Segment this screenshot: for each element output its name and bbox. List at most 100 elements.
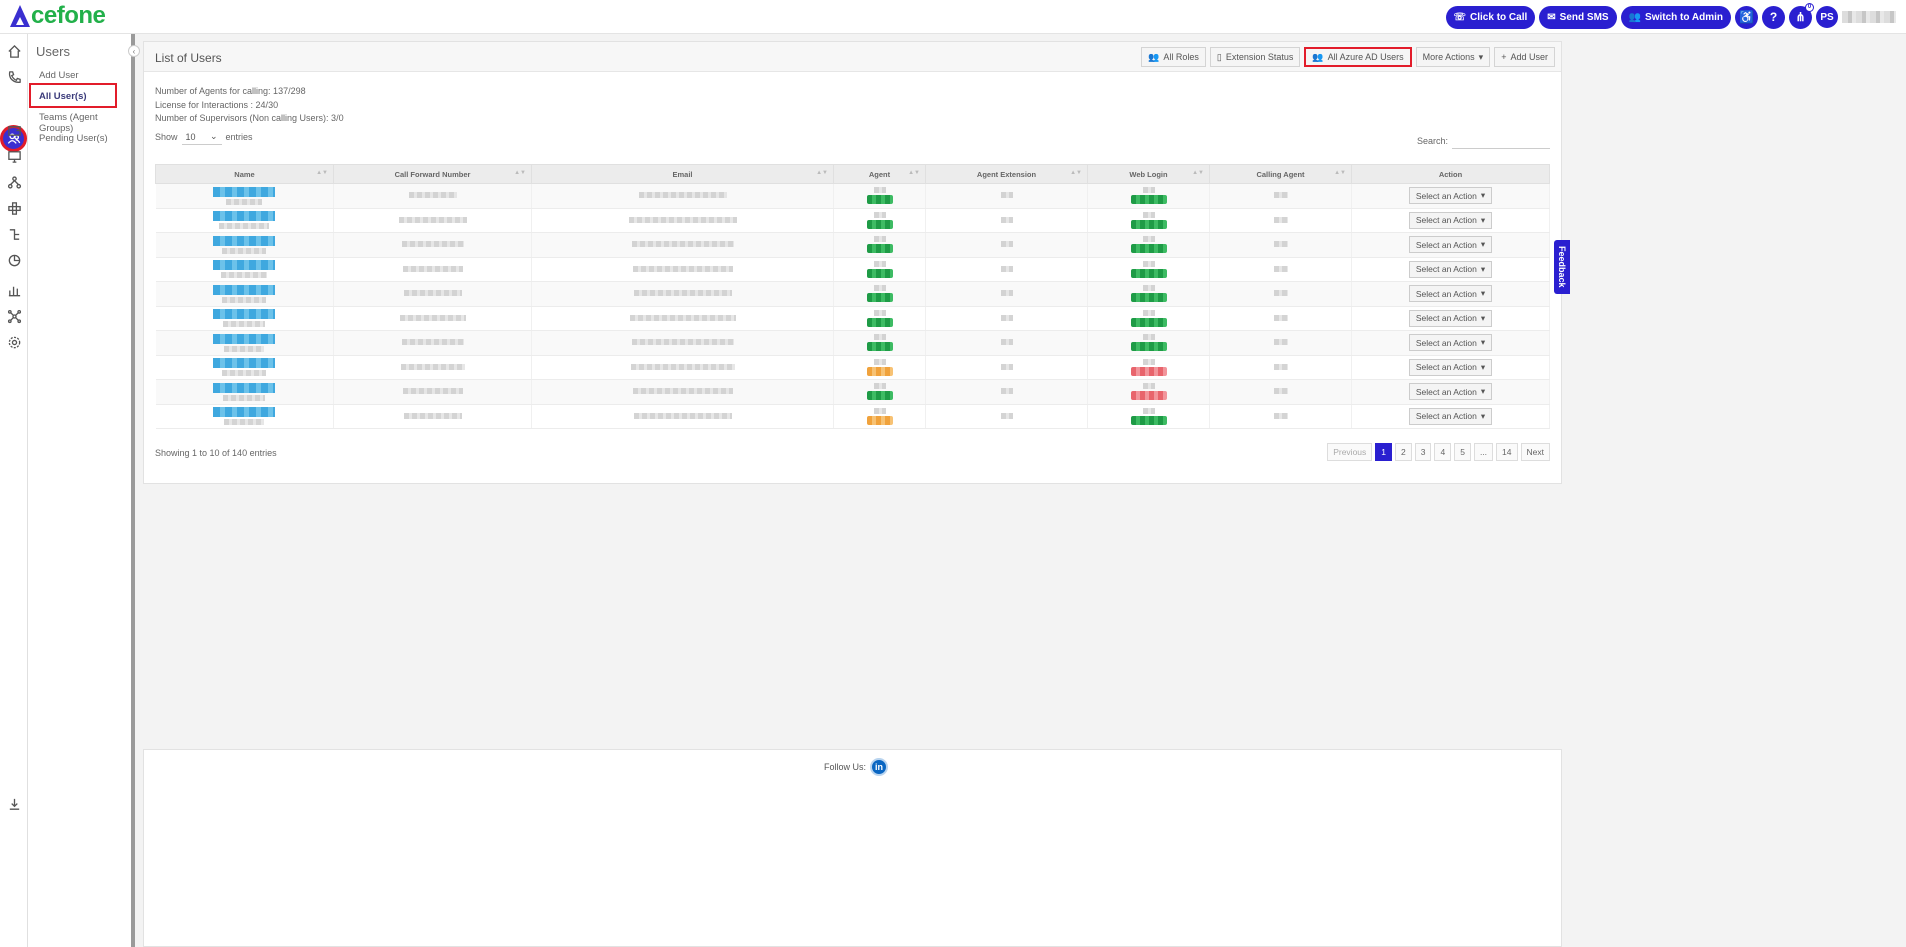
user-name-link[interactable] bbox=[213, 284, 276, 295]
sort-icon: ▲▼ bbox=[1192, 170, 1204, 176]
send-sms-button[interactable]: ✉ Send SMS bbox=[1539, 5, 1617, 29]
pagination-previous[interactable]: Previous bbox=[1327, 443, 1373, 461]
col-email[interactable]: Email ▲▼ bbox=[531, 164, 834, 184]
home-icon[interactable] bbox=[6, 43, 22, 59]
click-to-call-button[interactable]: ☏ Click to Call bbox=[1445, 5, 1536, 29]
search-input[interactable] bbox=[1452, 133, 1550, 149]
agents-calling-info: Number of Agents for calling: 137/298 bbox=[155, 86, 306, 96]
collapse-sidebar-button[interactable]: ‹ bbox=[128, 45, 140, 57]
phone-icon: ☏ bbox=[1453, 11, 1467, 23]
switch-to-admin-button[interactable]: 👥 Switch to Admin bbox=[1620, 5, 1731, 29]
help-button[interactable]: ? bbox=[1762, 5, 1785, 29]
user-name-link[interactable] bbox=[213, 309, 276, 320]
call-forward-blurred bbox=[402, 388, 463, 395]
user-name-link[interactable] bbox=[213, 186, 276, 197]
cell-email bbox=[531, 183, 834, 209]
web-login-blurred bbox=[1142, 334, 1155, 341]
cell-agent bbox=[833, 183, 926, 209]
accessibility-button[interactable]: ♿ bbox=[1735, 5, 1758, 29]
select-action-dropdown[interactable]: Select an Action ▾ bbox=[1408, 187, 1493, 205]
table-row: Select an Action ▾ bbox=[155, 281, 1550, 307]
user-name-link[interactable] bbox=[213, 407, 276, 418]
subnav-item-teams[interactable]: Teams (Agent Groups) bbox=[39, 112, 131, 134]
col-calling-agent[interactable]: Calling Agent ▲▼ bbox=[1209, 164, 1352, 184]
user-sub-blurred bbox=[223, 321, 266, 328]
select-action-dropdown[interactable]: Select an Action ▾ bbox=[1408, 260, 1493, 278]
search: Search: bbox=[1417, 133, 1550, 149]
call-flow-icon[interactable] bbox=[6, 226, 22, 242]
pagination-3[interactable]: 3 bbox=[1414, 443, 1432, 461]
col-agent-extension[interactable]: Agent Extension ▲▼ bbox=[925, 164, 1088, 184]
acefone-logo[interactable]: cefone bbox=[10, 2, 106, 29]
select-action-dropdown[interactable]: Select an Action ▾ bbox=[1408, 211, 1493, 229]
select-action-dropdown[interactable]: Select an Action ▾ bbox=[1408, 309, 1493, 327]
wallet-icon[interactable] bbox=[6, 122, 22, 138]
user-name-link[interactable] bbox=[213, 235, 276, 246]
subnav-item-add-user[interactable]: Add User bbox=[39, 70, 79, 81]
pagination-5[interactable]: 5 bbox=[1454, 443, 1471, 461]
user-name-link[interactable] bbox=[213, 358, 276, 369]
download-icon[interactable] bbox=[6, 796, 22, 812]
settings-gear-icon[interactable] bbox=[6, 334, 22, 350]
user-name-link[interactable] bbox=[213, 333, 276, 344]
caret-down-icon: ▾ bbox=[1480, 337, 1486, 348]
select-action-dropdown[interactable]: Select an Action ▾ bbox=[1408, 334, 1493, 352]
pagination-next[interactable]: Next bbox=[1520, 443, 1550, 461]
integrations-icon[interactable] bbox=[6, 200, 22, 216]
cell-call-forward bbox=[333, 281, 532, 307]
web-login-status-badge bbox=[1130, 415, 1167, 425]
all-azure-ad-users-button[interactable]: 👥 All Azure AD Users bbox=[1304, 47, 1412, 67]
phone-icon[interactable] bbox=[6, 69, 22, 85]
agent-status-badge bbox=[866, 391, 893, 401]
email-blurred bbox=[628, 216, 737, 223]
entries-select[interactable]: 10 ⌄ bbox=[181, 129, 222, 145]
col-agent[interactable]: Agent ▲▼ bbox=[833, 164, 926, 184]
cell-web-login bbox=[1087, 257, 1210, 282]
cell-calling-agent bbox=[1209, 232, 1352, 258]
avatar[interactable]: PS bbox=[1816, 6, 1838, 28]
supervisors-info: Number of Supervisors (Non calling Users… bbox=[155, 113, 344, 123]
user-name-blurred[interactable] bbox=[1842, 11, 1896, 23]
bar-chart-icon[interactable] bbox=[6, 282, 22, 298]
pagination-2[interactable]: 2 bbox=[1395, 443, 1412, 461]
col-call-forward[interactable]: Call Forward Number ▲▼ bbox=[333, 164, 532, 184]
select-action-label: Select an Action bbox=[1415, 337, 1477, 348]
linkedin-icon[interactable]: in bbox=[870, 758, 889, 776]
pagination-14[interactable]: 14 bbox=[1496, 443, 1518, 461]
col-name[interactable]: Name ▲▼ bbox=[155, 164, 334, 184]
add-user-button[interactable]: + Add User bbox=[1494, 47, 1555, 67]
user-name-link[interactable] bbox=[213, 260, 276, 271]
cell-call-forward bbox=[333, 404, 532, 429]
col-web-login[interactable]: Web Login ▲▼ bbox=[1087, 164, 1210, 184]
extension-status-button[interactable]: ▯ Extension Status bbox=[1209, 47, 1301, 67]
monitor-user-icon[interactable] bbox=[6, 148, 22, 164]
network-status-button[interactable]: ⋔ 0 bbox=[1789, 2, 1814, 29]
cell-name bbox=[155, 232, 334, 258]
select-action-label: Select an Action bbox=[1415, 239, 1477, 250]
network-icon[interactable] bbox=[6, 308, 22, 324]
user-name-link[interactable] bbox=[213, 382, 276, 393]
user-sub-blurred bbox=[224, 419, 265, 426]
subnav-item-pending-users[interactable]: Pending User(s) bbox=[39, 133, 108, 144]
hierarchy-icon[interactable] bbox=[6, 174, 22, 190]
select-action-dropdown[interactable]: Select an Action ▾ bbox=[1408, 358, 1493, 376]
sidebar-divider[interactable] bbox=[131, 34, 135, 947]
all-azure-label: All Azure AD Users bbox=[1327, 52, 1404, 62]
all-roles-button[interactable]: 👥 All Roles bbox=[1141, 47, 1206, 67]
select-action-dropdown[interactable]: Select an Action ▾ bbox=[1408, 236, 1493, 254]
email-blurred bbox=[633, 412, 732, 419]
pagination-1[interactable]: 1 bbox=[1375, 443, 1393, 461]
license-info: License for Interactions : 24/30 bbox=[155, 100, 279, 110]
user-name-link[interactable] bbox=[213, 211, 276, 222]
pagination-4[interactable]: 4 bbox=[1434, 443, 1452, 461]
reports-pie-icon[interactable] bbox=[6, 252, 22, 268]
pagination: Previous 1 2 3 4 5... 14 Next bbox=[1327, 443, 1550, 461]
agent-status-badge bbox=[866, 342, 893, 352]
select-action-dropdown[interactable]: Select an Action ▾ bbox=[1408, 285, 1493, 303]
select-action-dropdown[interactable]: Select an Action ▾ bbox=[1408, 407, 1493, 425]
select-action-dropdown[interactable]: Select an Action ▾ bbox=[1408, 383, 1493, 401]
feedback-tab[interactable]: Feedback bbox=[1554, 240, 1570, 294]
table-row: Select an Action ▾ bbox=[155, 330, 1550, 356]
all-roles-label: All Roles bbox=[1163, 52, 1199, 62]
more-actions-button[interactable]: More Actions ▾ bbox=[1415, 47, 1491, 67]
